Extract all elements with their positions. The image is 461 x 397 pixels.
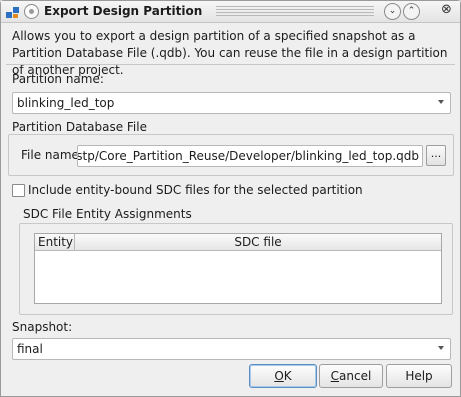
sdc-assignments-table[interactable]: Entity SDC file — [34, 233, 442, 304]
dropdown-arrow-icon — [438, 100, 444, 104]
chevron-up-icon[interactable]: ⌃ — [403, 3, 420, 20]
export-design-partition-dialog: Export Design Partition ⌄ ⌃ ⊗ Allows you… — [0, 0, 461, 397]
snapshot-label: Snapshot: — [12, 320, 73, 334]
include-sdc-checkbox[interactable] — [12, 184, 25, 197]
partition-database-file-group: File name: k_reuse_stp/Core_Partition_Re… — [8, 134, 454, 176]
separator — [6, 64, 455, 65]
title-bar[interactable]: Export Design Partition ⌄ ⌃ ⊗ — [1, 1, 460, 23]
partition-name-value: blinking_led_top — [17, 96, 115, 110]
close-icon[interactable]: ⊗ — [439, 3, 454, 18]
window-menu-icon[interactable] — [24, 4, 39, 19]
file-name-label: File name: — [21, 148, 83, 162]
file-name-value: k_reuse_stp/Core_Partition_Reuse/Develop… — [78, 149, 419, 163]
ok-button[interactable]: OK — [249, 364, 317, 388]
snapshot-value: final — [17, 342, 43, 356]
column-header-entity[interactable]: Entity — [35, 234, 75, 251]
file-name-input[interactable]: k_reuse_stp/Core_Partition_Reuse/Develop… — [77, 145, 423, 167]
window-title: Export Design Partition — [44, 4, 203, 18]
title-bar-grip — [216, 6, 374, 17]
include-sdc-label[interactable]: Include entity-bound SDC files for the s… — [28, 183, 363, 197]
column-header-sdc-file[interactable]: SDC file — [75, 234, 441, 251]
snapshot-combo[interactable]: final — [12, 338, 451, 360]
partition-name-combo[interactable]: blinking_led_top — [12, 92, 451, 114]
sdc-assignments-label: SDC File Entity Assignments — [23, 207, 192, 221]
dropdown-arrow-icon — [438, 346, 444, 350]
quartus-app-icon — [6, 7, 19, 18]
help-button[interactable]: Help — [386, 364, 452, 388]
browse-button[interactable]: ... — [426, 145, 446, 166]
cancel-button[interactable]: Cancel — [319, 364, 383, 388]
chevron-down-icon[interactable]: ⌄ — [384, 3, 401, 20]
partition-name-label: Partition name: — [12, 72, 104, 86]
partition-database-file-label: Partition Database File — [12, 120, 147, 134]
